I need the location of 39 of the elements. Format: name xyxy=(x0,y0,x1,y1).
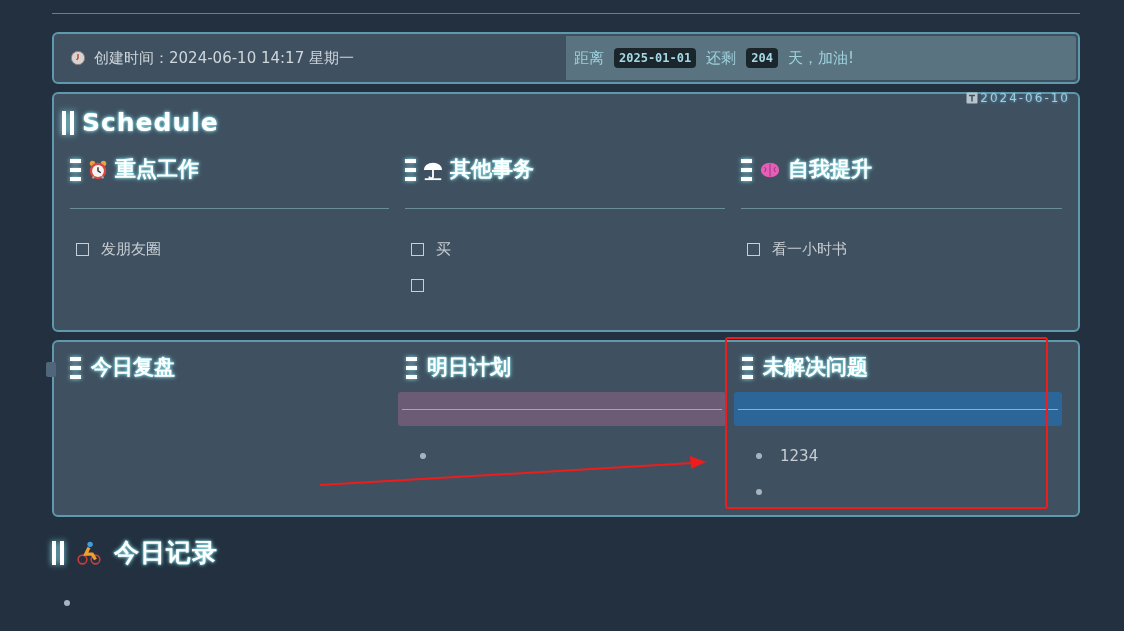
section-title: Schedule xyxy=(82,107,219,140)
checkbox[interactable] xyxy=(746,242,760,256)
column-title: 明日计划 xyxy=(427,354,511,382)
clock-icon xyxy=(70,50,86,66)
alarm-clock-icon xyxy=(87,159,109,181)
bullet-dot xyxy=(756,453,762,459)
column-title: 重点工作 xyxy=(115,156,199,184)
countdown-label: 距离 xyxy=(574,47,604,69)
bullet-dot xyxy=(420,453,426,459)
checkbox[interactable] xyxy=(411,278,425,292)
heading-bars-icon xyxy=(70,159,81,181)
countdown-label: 天，加油! xyxy=(787,47,854,69)
column-title: 未解决问题 xyxy=(763,354,868,382)
heading-bars-icon xyxy=(405,159,417,181)
task-text: 发朋友圈 xyxy=(101,238,161,260)
bullet-dot xyxy=(756,489,762,495)
target-date-badge: 2025-01-01 xyxy=(614,48,697,68)
checkbox[interactable] xyxy=(76,242,89,256)
section-title: 今日记录 xyxy=(114,537,218,570)
heading-bars-icon xyxy=(742,357,753,379)
column-title: 其他事务 xyxy=(450,156,535,184)
column-title: 自我提升 xyxy=(787,156,872,184)
task-text: 看一小时书 xyxy=(771,238,847,260)
heading-bars-icon xyxy=(406,357,417,379)
days-left-badge: 204 xyxy=(746,48,778,68)
drag-handle xyxy=(46,362,56,377)
heading-bars-icon xyxy=(62,111,74,135)
heading-bars-icon xyxy=(70,357,81,379)
column-title: 今日复盘 xyxy=(91,354,175,382)
checkbox[interactable] xyxy=(411,242,425,256)
heading-bars-icon xyxy=(740,159,752,181)
heading-bars-icon xyxy=(52,541,64,565)
bullet-dot xyxy=(64,600,70,606)
task-text: 买 xyxy=(436,238,452,260)
cyclist-icon xyxy=(76,540,102,566)
date-tag: 2024-06-10 xyxy=(980,89,1070,107)
created-time-text: 创建时间：2024-06-10 14:17 星期一 xyxy=(94,47,354,69)
list-item-text: 1234 xyxy=(780,445,819,467)
countdown-label: 还剩 xyxy=(706,47,737,69)
